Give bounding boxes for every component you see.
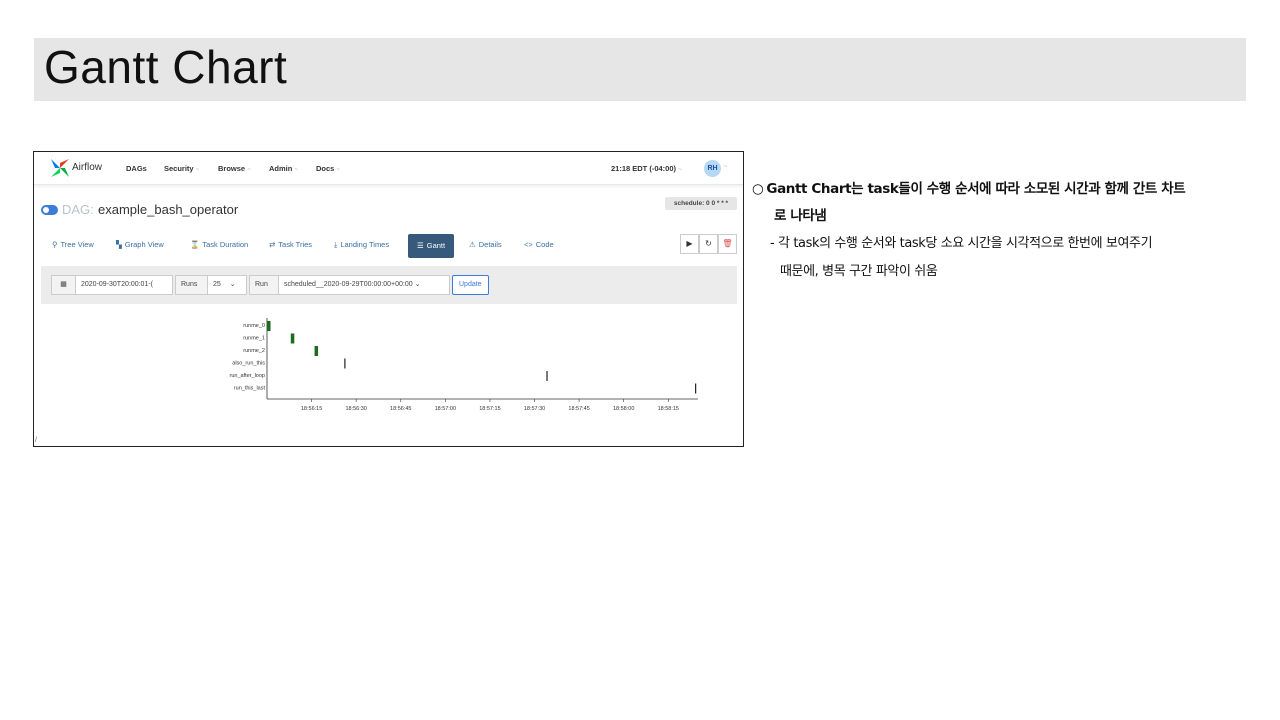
chevron-down-icon[interactable]: ~	[724, 164, 728, 170]
runs-label: Runs	[175, 275, 208, 295]
gantt-bar	[290, 333, 295, 344]
logo-text[interactable]: Airflow	[72, 162, 102, 173]
gantt-bar	[344, 358, 346, 369]
notes: ○ Gantt Chart는 task들이 수행 순서에 따라 소모된 시간과 함…	[752, 176, 1252, 286]
gantt-task-label: also_run_this	[232, 361, 265, 367]
tree-icon: ⚲	[52, 240, 58, 249]
gantt-bar	[695, 383, 697, 394]
retry-icon: ⇄	[269, 240, 276, 249]
nav-dags[interactable]: DAGs	[126, 164, 147, 173]
run-select[interactable]: scheduled__2020-09-29T00:00:00+00:00 ⌄	[278, 275, 450, 295]
gantt-tick-label: 18:56:30	[345, 406, 366, 412]
gantt-tick-label: 18:58:00	[613, 406, 634, 412]
airflow-logo-icon[interactable]	[49, 157, 71, 179]
gantt-tick-label: 18:57:45	[568, 406, 589, 412]
nav-security[interactable]: Security ~	[164, 164, 199, 173]
schedule-badge: schedule: 0 0 * * *	[665, 197, 737, 210]
bullet-2-line-2: 때문에, 병목 구간 파악이 쉬움	[780, 264, 938, 279]
refresh-button[interactable]: ↻	[699, 234, 718, 254]
chevron-down-icon: ⌄	[414, 281, 421, 288]
chevron-down-icon: ~	[294, 167, 298, 173]
tab-tree-view[interactable]: ⚲ Tree View	[52, 240, 94, 249]
gantt-chart: runme_0 runme_1 runme_2 also_run_this run_af…	[230, 318, 698, 412]
gantt-tick-label: 18:57:30	[524, 406, 545, 412]
delete-dag-button[interactable]: 🗑	[718, 234, 737, 254]
gantt-task-label: run_after_loop	[230, 373, 265, 379]
circle-bullet-icon: ○	[752, 181, 764, 197]
dag-tabs: ⚲ Tree View ▚ Graph View ⌛ Task Duration ⇄ T…	[34, 234, 743, 258]
dag-actions: ▶ ↻ 🗑	[680, 234, 737, 254]
top-navbar: Airflow DAGs Security ~ Browse ~ Admin ~…	[34, 152, 743, 185]
gantt-bar	[267, 321, 271, 331]
code-icon: <>	[524, 240, 533, 249]
warning-icon: ⚠	[469, 240, 476, 249]
calendar-icon[interactable]: ▦	[51, 275, 76, 295]
dag-pause-toggle[interactable]	[41, 205, 58, 215]
gantt-icon: ☰	[417, 241, 424, 250]
gantt-filter-bar: ▦ 2020-09-30T20:00:01-( Runs 25 ⌄ Run sch…	[41, 266, 737, 304]
nav-docs[interactable]: Docs ~	[316, 164, 340, 173]
dag-label: DAG:	[62, 202, 94, 217]
gantt-bar	[314, 346, 319, 356]
gantt-task-label: run_this_last	[234, 386, 266, 392]
graph-icon: ▚	[116, 240, 122, 249]
chevron-down-icon: ~	[336, 167, 340, 173]
tab-details[interactable]: ⚠ Details	[469, 240, 502, 249]
airflow-screenshot: Airflow DAGs Security ~ Browse ~ Admin ~…	[33, 151, 744, 447]
avatar[interactable]: RH	[704, 160, 721, 177]
nav-admin[interactable]: Admin ~	[269, 164, 298, 173]
gantt-tick-label: 18:57:00	[435, 406, 456, 412]
tab-gantt[interactable]: ☰ Gantt	[408, 234, 455, 258]
play-icon: ▶	[686, 239, 693, 248]
tab-graph-view[interactable]: ▚ Graph View	[116, 240, 164, 249]
gantt-task-label: runme_0	[243, 323, 265, 329]
gantt-task-label: runme_1	[243, 336, 265, 342]
update-button[interactable]: Update	[452, 275, 489, 295]
refresh-icon: ↻	[705, 239, 712, 248]
hourglass-icon: ⌛	[190, 240, 200, 249]
tab-landing-times[interactable]: ⤓ Landing Times	[334, 240, 389, 250]
gantt-tick-label: 18:58:15	[658, 406, 679, 412]
timezone-dropdown[interactable]: 21:18 EDT (-04:00) ~	[611, 164, 682, 173]
gantt-tick-label: 18:57:15	[479, 406, 500, 412]
tab-code[interactable]: <> Code	[524, 240, 554, 249]
gantt-tick-label: 18:56:45	[390, 406, 411, 412]
landing-icon: ⤓	[334, 240, 338, 249]
bullet-2-line-1: - 각 task의 수행 순서와 task당 소요 시간을 시각적으로 한번에 …	[770, 236, 1153, 251]
nav-browse[interactable]: Browse ~	[218, 164, 251, 173]
chevron-down-icon: ~	[678, 167, 682, 173]
bullet-1-line-2: 로 나타냄	[774, 208, 827, 224]
chevron-down-icon: ~	[195, 167, 200, 173]
chevron-down-icon: ⌄	[229, 281, 236, 288]
stray-mark: /	[35, 437, 37, 444]
gantt-bar	[546, 371, 548, 381]
slide: Gantt Chart Airflow DAGs Security ~ Brow…	[0, 0, 1280, 720]
tab-task-duration[interactable]: ⌛ Task Duration	[190, 240, 248, 249]
dag-name: example_bash_operator	[98, 202, 239, 217]
gantt-tick-label: 18:56:15	[301, 406, 322, 412]
chevron-down-icon: ~	[247, 167, 251, 173]
runs-select[interactable]: 25 ⌄	[207, 275, 247, 295]
title-bar: Gantt Chart	[34, 38, 1246, 101]
bullet-1-line-1: ○ Gantt Chart는 task들이 수행 순서에 따라 소모된 시간과 함…	[752, 181, 1186, 197]
trash-icon: 🗑	[722, 239, 733, 248]
slide-title: Gantt Chart	[44, 41, 288, 93]
tab-task-tries[interactable]: ⇄ Task Tries	[269, 240, 312, 249]
run-label: Run	[249, 275, 279, 295]
gantt-task-label: runme_2	[243, 348, 265, 354]
execution-date-input[interactable]: 2020-09-30T20:00:01-(	[75, 275, 173, 295]
trigger-dag-button[interactable]: ▶	[680, 234, 699, 254]
